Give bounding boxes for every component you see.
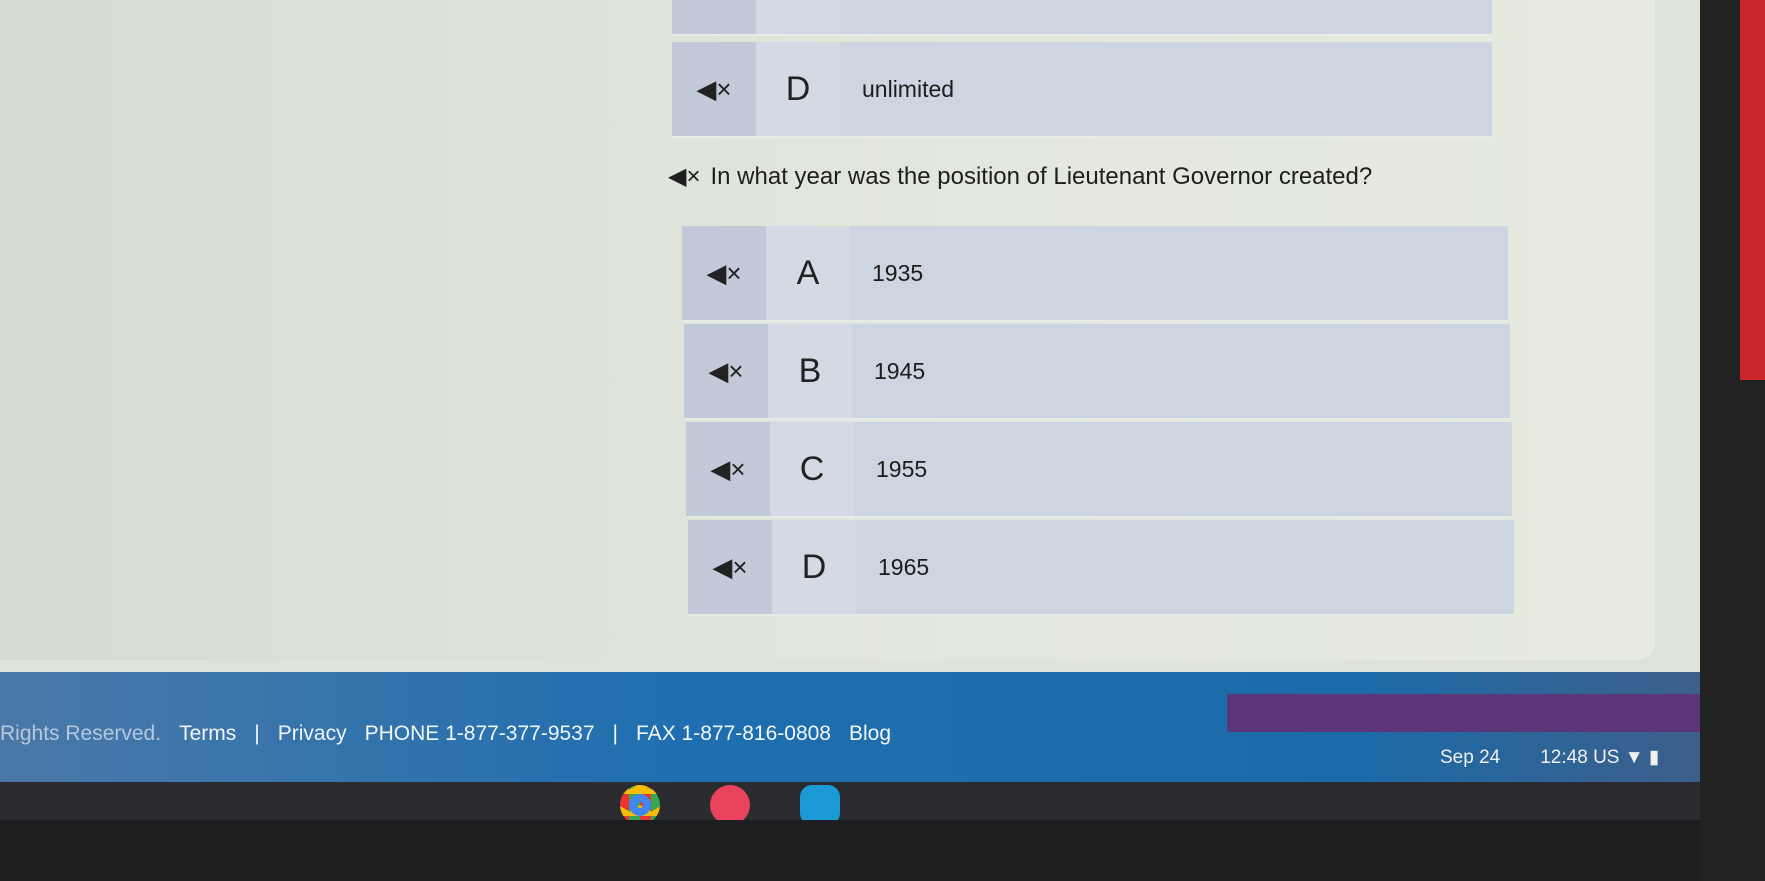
- date: Sep 24: [1440, 746, 1501, 768]
- option-text: 1935: [850, 226, 1508, 320]
- system-tray[interactable]: Sep 24 12:48 US ▼ ▮: [1230, 746, 1659, 769]
- speaker-mute-icon[interactable]: ◀×: [672, 42, 756, 136]
- app-icon[interactable]: [710, 785, 750, 820]
- answer-option-d[interactable]: ◀× D 1965: [688, 520, 1514, 616]
- answer-option-b[interactable]: ◀× B 1945: [684, 324, 1510, 420]
- answer-option-d-previous[interactable]: ◀× D unlimited: [672, 42, 1492, 138]
- option-letter: D: [756, 42, 840, 136]
- fax-text: FAX 1-877-816-0808: [636, 722, 831, 745]
- question: ◀× In what year was the position of Lieu…: [668, 162, 1372, 191]
- terms-link[interactable]: Terms: [179, 722, 236, 746]
- option-text: 1945: [852, 324, 1510, 418]
- separator: |: [254, 722, 260, 745]
- speaker-mute-icon[interactable]: ◀×: [668, 162, 700, 191]
- option-letter: D: [772, 520, 856, 614]
- clock: 12:48 US ▼ ▮: [1540, 747, 1660, 768]
- privacy-link[interactable]: Privacy: [278, 722, 347, 746]
- answer-option-c[interactable]: ◀× C 1955: [686, 422, 1512, 518]
- files-icon[interactable]: [800, 785, 840, 820]
- option-letter: B: [768, 324, 852, 418]
- option-letter: A: [766, 226, 850, 320]
- taskbar: [0, 782, 1700, 820]
- speaker-mute-icon[interactable]: ◀×: [688, 520, 772, 614]
- content-panel: ◀× ◀× D unlimited ◀× In what year was th…: [0, 0, 1655, 660]
- option-text: unlimited: [840, 42, 1492, 136]
- question-text: In what year was the position of Lieuten…: [710, 162, 1373, 190]
- blog-link[interactable]: Blog: [849, 722, 891, 746]
- option-text: 1955: [854, 422, 1512, 516]
- option-letter: C: [770, 422, 854, 516]
- speaker-mute-icon[interactable]: ◀×: [682, 226, 766, 320]
- answer-option-previous[interactable]: ◀×: [672, 0, 1492, 36]
- speaker-mute-icon[interactable]: ◀×: [684, 324, 768, 418]
- footer: Rights Reserved. Terms | Privacy PHONE 1…: [0, 722, 891, 746]
- screen: ◀× ◀× D unlimited ◀× In what year was th…: [0, 0, 1700, 820]
- rights-text: Rights Reserved.: [0, 722, 162, 745]
- accent-band: [1227, 694, 1700, 732]
- separator: |: [612, 722, 619, 745]
- background-object: [1740, 0, 1765, 380]
- option-text: 1965: [856, 520, 1514, 614]
- phone-text: PHONE 1-877-377-9537: [364, 722, 595, 745]
- speaker-mute-icon[interactable]: ◀×: [672, 0, 756, 34]
- speaker-mute-icon[interactable]: ◀×: [686, 422, 770, 516]
- answer-option-a[interactable]: ◀× A 1935: [682, 226, 1508, 322]
- chrome-icon[interactable]: [620, 785, 660, 820]
